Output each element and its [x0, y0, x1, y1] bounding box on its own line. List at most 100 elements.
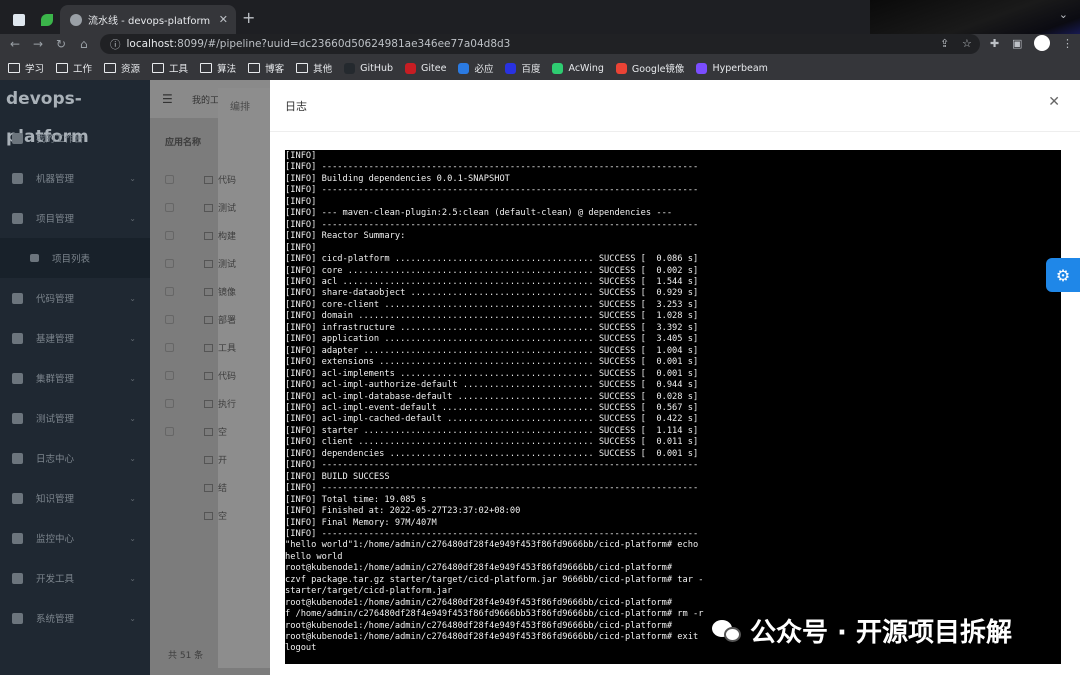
sidepanel-icon[interactable]: ▣ [1012, 37, 1022, 50]
row-checkbox[interactable] [165, 315, 174, 324]
log-terminal[interactable]: [INFO] [INFO] ---------------------------… [285, 150, 1061, 664]
folder-icon [204, 427, 213, 436]
sidebar-item[interactable]: 集群管理 ⌄ [0, 358, 150, 398]
topbar-title: 我的工 [192, 96, 220, 106]
row-checkbox[interactable] [165, 343, 174, 352]
bookmark-label: GitHub [360, 62, 394, 74]
sidebar-item[interactable]: 知识管理 ⌄ [0, 478, 150, 518]
setting-icon [12, 612, 23, 624]
sidebar-item[interactable]: 项目管理 ⌄ [0, 198, 150, 238]
row-checkbox[interactable] [165, 175, 174, 184]
url-bar[interactable]: ⓘ localhost :8099/#/pipeline?uuid=dc2366… [100, 34, 980, 54]
bookmark-item[interactable]: 必应 [458, 61, 493, 75]
chevron-down-icon: ⌄ [129, 213, 136, 223]
reload-icon[interactable]: ↻ [56, 37, 66, 51]
table-row: 代码 [165, 369, 236, 382]
close-tab-icon[interactable]: ✕ [219, 13, 228, 26]
drawer-tab[interactable]: 编排 [230, 98, 250, 113]
sidebar-item-label: 项目列表 [52, 254, 91, 265]
log-line: [INFO] client ..........................… [285, 437, 699, 448]
settings-float-button[interactable]: ⚙ [1046, 258, 1080, 292]
bookmark-label: 其他 [313, 64, 333, 75]
chevron-down-icon[interactable]: ⌄ [1059, 8, 1068, 21]
share-icon[interactable]: ⇪ [940, 37, 949, 50]
sidebar-item[interactable]: 监控中心 ⌄ [0, 518, 150, 558]
app-logo: devops-platform [6, 89, 89, 147]
sidebar-item[interactable]: 项目列表 [0, 238, 150, 278]
active-tab[interactable]: 流水线 - devops-platform ✕ [60, 5, 236, 34]
folder-icon [204, 315, 213, 324]
bookmark-item[interactable]: Hyperbeam [696, 62, 768, 74]
folder-icon [204, 455, 213, 464]
row-checkbox[interactable] [165, 399, 174, 408]
bookmark-label: 算法 [217, 64, 237, 75]
log-line: [INFO] --- maven-clean-plugin:2.5:clean … [285, 208, 673, 219]
bookmark-item[interactable]: Gitee [405, 62, 446, 74]
bookmark-item[interactable]: 博客 [248, 61, 284, 75]
build-icon [12, 332, 23, 344]
sidebar-item[interactable]: 基建管理 ⌄ [0, 318, 150, 358]
pinned-tab-1[interactable] [6, 5, 32, 34]
bookmark-item[interactable]: GitHub [344, 62, 394, 74]
bookmark-item[interactable]: 资源 [104, 61, 140, 75]
row-checkbox[interactable] [165, 203, 174, 212]
bookmark-item[interactable]: 百度 [505, 61, 540, 75]
eye-icon [12, 532, 23, 544]
log-line: [INFO] acl-impl-event-default ..........… [285, 402, 699, 413]
row-checkbox[interactable] [165, 287, 174, 296]
folder-icon [104, 63, 117, 73]
chevron-down-icon: ⌄ [129, 173, 136, 183]
pinned-tab-2[interactable] [34, 5, 60, 34]
bookmark-item[interactable]: 工作 [56, 61, 92, 75]
new-tab-button[interactable]: + [242, 8, 255, 27]
log-line: [INFO] Building dependencies 0.0.1-SNAPS… [285, 173, 510, 184]
sidebar-item[interactable]: 代码管理 ⌄ [0, 278, 150, 318]
sidebar-item[interactable]: 系统管理 ⌄ [0, 598, 150, 638]
close-icon[interactable]: ✕ [1048, 94, 1060, 110]
profile-avatar[interactable] [1034, 35, 1050, 51]
bookmark-item[interactable]: AcWing [552, 62, 604, 74]
bookmark-item[interactable]: 算法 [200, 61, 236, 75]
site-icon [552, 62, 564, 74]
sidebar-item[interactable]: 开发工具 ⌄ [0, 558, 150, 598]
table-row: 结 [165, 481, 227, 494]
bookmark-item[interactable]: 工具 [152, 61, 188, 75]
chevron-down-icon: ⌄ [129, 453, 136, 463]
log-line: root@kubenode1:/home/admin/c276480df28f4… [285, 563, 673, 574]
row-label: 开 [218, 456, 228, 466]
row-checkbox[interactable] [165, 371, 174, 380]
bookmark-item[interactable]: 学习 [8, 61, 44, 75]
star-icon[interactable]: ☆ [962, 37, 972, 50]
back-icon[interactable]: ← [10, 37, 20, 51]
menu-toggle-icon[interactable]: ☰ [162, 92, 173, 106]
sidebar-item[interactable]: 我的工作台 [0, 118, 150, 158]
grid-icon [12, 172, 23, 184]
row-checkbox[interactable] [165, 231, 174, 240]
sidebar-item[interactable]: 机器管理 ⌄ [0, 158, 150, 198]
table-row: 代码 [165, 173, 236, 186]
chevron-down-icon: ⌄ [129, 333, 136, 343]
window-icon [13, 13, 25, 26]
home-icon[interactable]: ⌂ [80, 37, 88, 51]
row-checkbox[interactable] [165, 427, 174, 436]
sidebar-item[interactable]: 日志中心 ⌄ [0, 438, 150, 478]
bookmark-item[interactable]: 其他 [296, 61, 332, 75]
bookmark-item[interactable]: Google镜像 [615, 61, 684, 75]
chevron-down-icon: ⌄ [129, 573, 136, 583]
log-line: [INFO] cicd-platform ...................… [285, 254, 699, 265]
chevron-down-icon: ⌄ [129, 413, 136, 423]
folder-icon [296, 63, 309, 73]
log-line: [INFO] ---------------------------------… [285, 219, 699, 230]
row-label: 执行 [218, 400, 237, 410]
menu-icon[interactable]: ⋮ [1062, 37, 1073, 50]
info-icon[interactable]: ⓘ [110, 37, 121, 52]
log-line: hello world [285, 551, 343, 562]
folder-icon [200, 63, 213, 73]
bookmark-label: 博客 [265, 64, 285, 75]
forward-icon[interactable]: → [33, 37, 43, 51]
extensions-icon[interactable]: ✚ [990, 37, 999, 50]
url-host: localhost [126, 38, 174, 50]
row-checkbox[interactable] [165, 259, 174, 268]
modal-title: 日志 [285, 99, 307, 113]
sidebar-item[interactable]: 测试管理 ⌄ [0, 398, 150, 438]
